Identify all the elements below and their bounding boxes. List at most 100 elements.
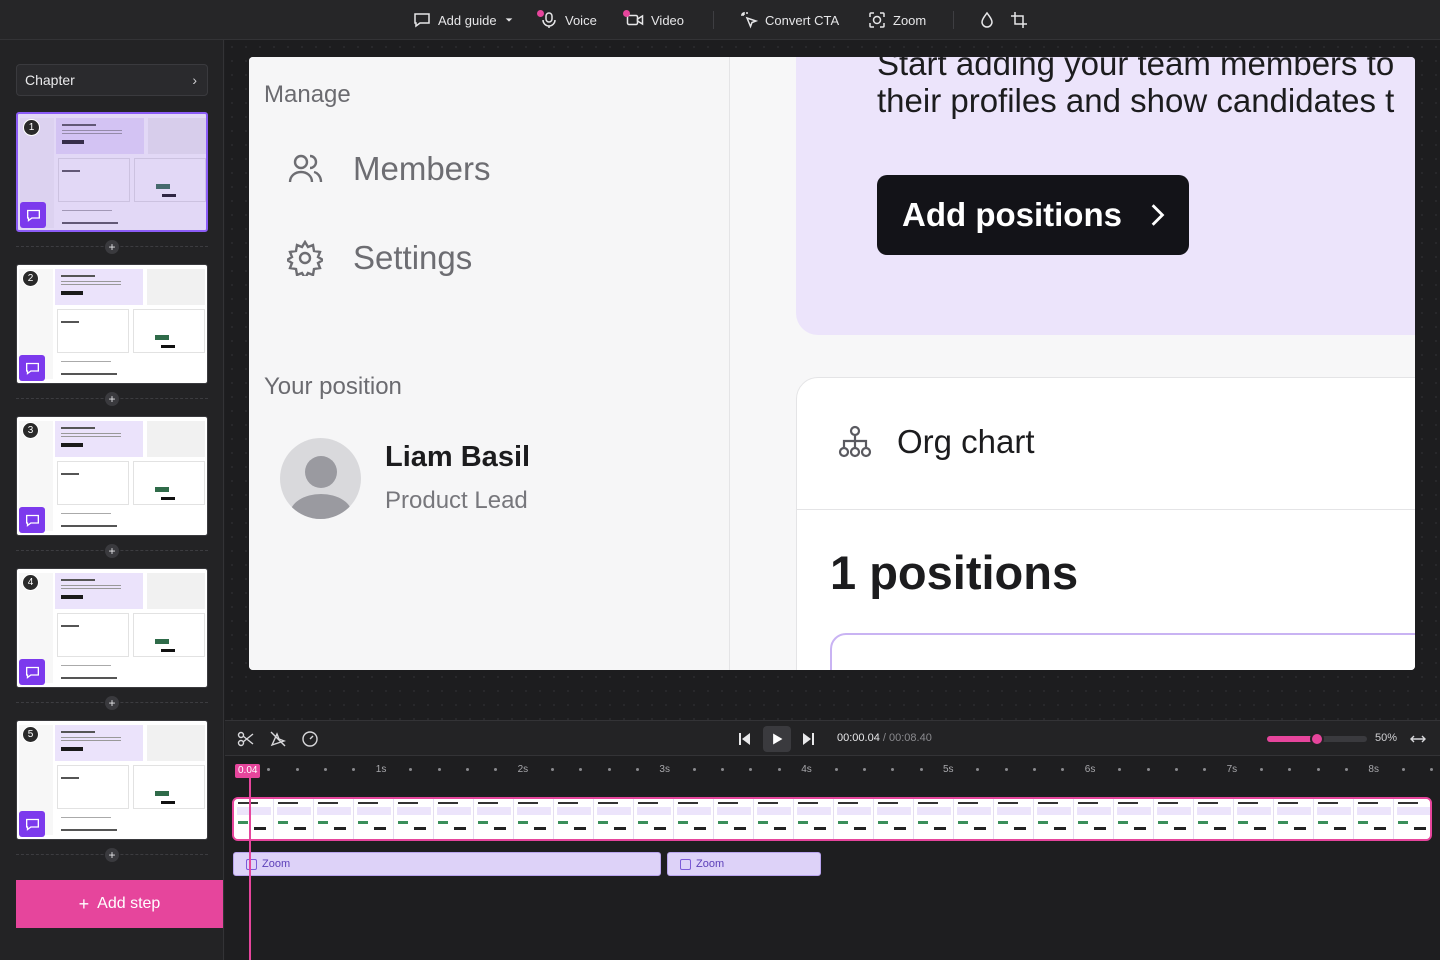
ruler-tick [1146,768,1150,771]
hero-text: their profiles and show candidates t [877,82,1395,119]
guide-bubble-icon[interactable] [19,659,45,685]
ruler-tick [437,768,441,771]
timeline-tracks: 1s 2s 3s 4s 5s 6s 7s 8s Zoom Zoom 0.04 [225,756,1440,960]
scissors-icon[interactable] [237,730,255,748]
ruler-label: 1s [375,764,387,775]
zoom-segment-icon [246,858,257,870]
background-color-button[interactable] [978,0,996,40]
thumb-card [57,461,129,505]
playhead[interactable] [249,778,251,960]
thumb-text [61,284,121,285]
step-thumbnail[interactable]: 4 [16,568,208,688]
zoom-segment-2[interactable]: Zoom [667,852,821,876]
zoom-slider-fill [1267,736,1313,742]
step-thumbnail[interactable]: 3 [16,416,208,536]
insert-step-button[interactable]: + [105,696,119,710]
speech-bubble-icon [25,514,39,527]
fit-width-icon[interactable] [1409,730,1427,748]
ruler-tick [1118,768,1122,771]
insert-step-button[interactable]: + [105,392,119,406]
insert-step-button[interactable]: + [105,848,119,862]
zoom-slider-handle[interactable] [1310,732,1324,746]
ruler-tick [976,768,980,771]
thumb-button [161,649,175,652]
ruler-tick [1174,768,1178,771]
timeline-zoom-slider[interactable] [1267,732,1367,746]
current-time: 00:00.04 [837,732,880,744]
insert-step-button[interactable]: + [105,544,119,558]
zoom-segment-label: Zoom [696,858,725,870]
thumb-card [57,309,129,353]
position-item [830,633,1415,670]
zoom-percent: 50% [1375,732,1398,744]
convert-cta-button[interactable]: Convert CTA [740,0,839,40]
add-step-button[interactable]: + Add step [16,880,223,928]
thumb-text [61,361,111,362]
ruler-tick [1259,768,1263,771]
video-clip-track[interactable] [232,797,1432,841]
thumb-text [61,373,117,375]
play-icon [773,733,783,745]
thumb-badge [155,791,169,796]
zoom-segment-1[interactable]: Zoom [233,852,661,876]
clip-frame [554,799,594,839]
ruler-tick [834,768,838,771]
voice-button[interactable]: Voice [537,0,597,40]
ruler-tick [324,768,328,771]
thumb-button [61,595,83,599]
thumb-text [61,525,117,527]
ruler-tick [862,768,866,771]
clip-frame [914,799,954,839]
guide-bubble-icon[interactable] [19,811,45,837]
org-chart-icon [838,425,872,458]
clip-frame [794,799,834,839]
thumb-text [61,588,121,589]
ruler-label: 2s [517,764,529,775]
user-name: Liam Basil [385,441,531,473]
thumb-text [61,579,95,581]
skip-forward-icon[interactable] [800,730,818,748]
step-thumbnail[interactable]: 1 [16,112,208,232]
ruler-tick [1316,768,1320,771]
thumb-text [61,513,111,514]
crop-button[interactable] [1010,0,1028,40]
step-preview[interactable]: Manage Members Settings Your position Li… [249,57,1415,670]
thumb-button [161,801,175,804]
thumb-button [61,291,83,295]
speed-icon[interactable] [301,730,319,748]
mute-cursor-icon[interactable] [269,730,287,748]
ruler-tick [749,768,753,771]
playhead-time-badge[interactable]: 0.04 [235,764,261,778]
thumb-text [61,817,111,818]
clip-frame [394,799,434,839]
clip-frame [274,799,314,839]
thumb-button [161,345,175,348]
video-button[interactable]: Video [623,0,684,40]
manage-heading: Manage [264,81,351,108]
insert-step-button[interactable]: + [105,240,119,254]
settings-label: Settings [353,239,473,276]
speech-bubble-icon [25,666,39,679]
skip-back-icon[interactable] [735,730,753,748]
org-chart-label: Org chart [897,423,1035,460]
ruler-tick [1203,768,1207,771]
chapter-selector[interactable]: Chapter › [16,64,208,96]
ruler-tick [1004,768,1008,771]
ruler-tick [1033,768,1037,771]
step-thumbnail[interactable]: 2 [16,264,208,384]
add-guide-button[interactable]: Add guide [413,0,514,40]
zoom-button[interactable]: Zoom [868,0,926,40]
crop-icon [1011,12,1027,28]
ruler-tick [494,768,498,771]
guide-bubble-icon[interactable] [19,507,45,533]
top-toolbar: Add guide Voice Video Convert CTA Zoom [0,0,1440,40]
guide-bubble-icon[interactable] [19,355,45,381]
guide-bubble-icon[interactable] [20,202,46,228]
record-dot-icon [537,10,544,17]
ruler-label: 3s [659,764,670,775]
ruler-tick [607,768,611,771]
play-button[interactable] [763,726,791,752]
droplet-icon [981,11,993,28]
step-thumbnail[interactable]: 5 [16,720,208,840]
step-number: 5 [27,729,34,740]
